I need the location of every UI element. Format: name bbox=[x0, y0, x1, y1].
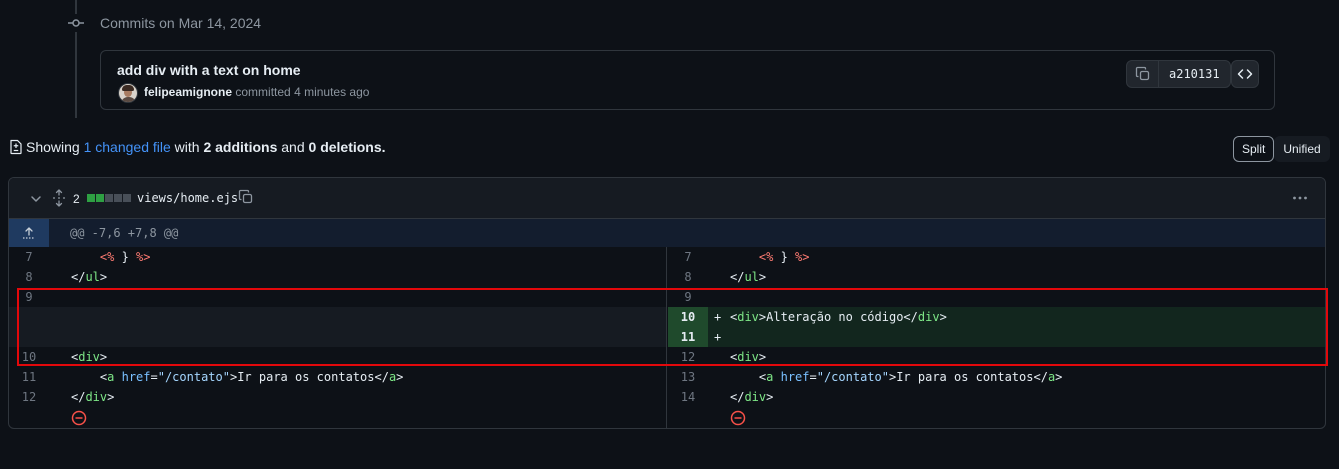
summary-prefix: Showing bbox=[26, 139, 80, 155]
commit-sha-link[interactable]: a210131 bbox=[1159, 61, 1230, 87]
file-header: 2 views/home.ejs bbox=[9, 178, 1325, 219]
code-icon bbox=[1237, 69, 1253, 79]
diffstat-neutral-block bbox=[123, 194, 131, 202]
no-newline-icon bbox=[730, 410, 746, 426]
commits-date-heading: Commits on Mar 14, 2024 bbox=[100, 15, 262, 31]
commit-card: add div with a text on home felipeamigno… bbox=[100, 50, 1275, 110]
line-code: </div> bbox=[730, 390, 774, 404]
expand-all-icon[interactable] bbox=[51, 189, 67, 207]
line-number[interactable]: 13 bbox=[668, 367, 708, 387]
diff-line: 7 <% } %> bbox=[668, 247, 1325, 267]
line-code: <div> bbox=[730, 350, 767, 364]
addition-marker: + bbox=[714, 330, 722, 344]
line-number[interactable]: 11 bbox=[9, 367, 49, 387]
line-number[interactable]: 10 bbox=[9, 347, 49, 367]
line-number[interactable]: 7 bbox=[9, 247, 49, 267]
diff-right-side: 7 <% } %> 8 </ul> 9 10 + <div>Alteração no … bbox=[668, 247, 1325, 428]
unified-view-button[interactable]: Unified bbox=[1274, 136, 1330, 162]
line-number[interactable]: 11 bbox=[668, 327, 708, 347]
additions-count: 2 additions bbox=[203, 139, 278, 155]
diff-line: 7 <% } %> bbox=[9, 247, 666, 267]
line-number[interactable]: 9 bbox=[9, 287, 49, 307]
line-number[interactable]: 12 bbox=[9, 387, 49, 407]
line-number[interactable]: 8 bbox=[668, 267, 708, 287]
diff-view-toggle: Split Unified bbox=[1233, 136, 1330, 162]
hunk-header-text: @@ -7,6 +7,8 @@ bbox=[70, 226, 179, 240]
summary-suffix: . bbox=[381, 139, 386, 155]
chevron-down-icon[interactable] bbox=[28, 191, 44, 207]
file-diff: 2 views/home.ejs @@ -7,6 +7,8 @@ 7 <% } … bbox=[8, 177, 1326, 429]
diff-line: 11 <a href="/contato">Ir para os contato… bbox=[9, 367, 666, 387]
copy-sha-button[interactable] bbox=[1127, 61, 1159, 87]
no-newline-icon bbox=[71, 410, 87, 426]
expand-up-icon bbox=[23, 227, 35, 239]
line-code: <a href="/contato">Ir para os contatos</… bbox=[730, 370, 1063, 384]
copy-icon bbox=[1135, 66, 1149, 81]
line-code: <div>Alteração no código</div> bbox=[730, 310, 947, 324]
author-avatar[interactable] bbox=[118, 83, 138, 103]
diff-line: 12 <div> bbox=[668, 347, 1325, 367]
diffstat-neutral-block bbox=[114, 194, 122, 202]
diff-left-side: 7 <% } %> 8 </ul> 9 10 <div> 11 <a href="/… bbox=[9, 247, 667, 428]
line-code: <% } %> bbox=[99, 250, 151, 264]
author-link[interactable]: felipeamignone bbox=[144, 85, 232, 99]
diff-line: 8 </ul> bbox=[668, 267, 1325, 287]
file-change-count: 2 bbox=[73, 192, 80, 206]
diffstat-add-block bbox=[87, 194, 95, 202]
commit-time: 4 minutes ago bbox=[294, 85, 370, 99]
diffstat-neutral-block bbox=[105, 194, 113, 202]
split-view-button[interactable]: Split bbox=[1233, 136, 1275, 162]
line-code: <div> bbox=[71, 350, 108, 364]
deletions-count: 0 deletions bbox=[308, 139, 382, 155]
browse-repo-button[interactable] bbox=[1231, 60, 1259, 88]
line-number[interactable]: 9 bbox=[668, 287, 708, 307]
summary-and: and bbox=[281, 139, 305, 155]
line-number[interactable]: 7 bbox=[668, 247, 708, 267]
diff-line: 9 bbox=[9, 287, 666, 307]
line-number[interactable]: 8 bbox=[9, 267, 49, 287]
diff-line: 13 <a href="/contato">Ir para os contato… bbox=[668, 367, 1325, 387]
commit-action: committed bbox=[235, 85, 291, 99]
line-code: <% } %> bbox=[758, 250, 810, 264]
diff-line: 9 bbox=[668, 287, 1325, 307]
diff-body: 7 <% } %> 8 </ul> 9 10 <div> 11 <a href="/… bbox=[9, 247, 1325, 428]
kebab-menu-icon[interactable] bbox=[1291, 189, 1309, 207]
file-name-link[interactable]: views/home.ejs bbox=[137, 191, 238, 205]
line-number[interactable]: 12 bbox=[668, 347, 708, 367]
diff-line: 14 </div> bbox=[668, 387, 1325, 407]
changed-files-link[interactable]: 1 changed file bbox=[84, 139, 171, 155]
commit-sha-group: a210131 bbox=[1126, 60, 1231, 88]
expand-up-button[interactable] bbox=[9, 219, 49, 247]
line-code: </ul> bbox=[730, 270, 767, 284]
diff-summary: Showing 1 changed file with 2 additions … bbox=[8, 139, 386, 155]
commit-timeline-icon bbox=[67, 14, 85, 32]
addition-marker: + bbox=[714, 310, 722, 324]
diff-line: 12 </div> bbox=[9, 387, 666, 407]
line-code: </div> bbox=[71, 390, 115, 404]
summary-with: with bbox=[174, 139, 200, 155]
diff-line-added: 11 + bbox=[668, 327, 1325, 347]
diff-line: 10 <div> bbox=[9, 347, 666, 367]
diffstat-add-block bbox=[96, 194, 104, 202]
copy-path-icon[interactable] bbox=[238, 189, 254, 205]
file-diff-icon bbox=[8, 139, 24, 155]
line-number[interactable]: 14 bbox=[668, 387, 708, 407]
diff-line: 8 </ul> bbox=[9, 267, 666, 287]
commit-title-link[interactable]: add div with a text on home bbox=[117, 62, 301, 78]
line-code: <a href="/contato">Ir para os contatos</… bbox=[71, 370, 404, 384]
commit-meta: felipeamignone committed 4 minutes ago bbox=[144, 85, 369, 99]
line-number[interactable]: 10 bbox=[668, 307, 708, 327]
hunk-header-row: @@ -7,6 +7,8 @@ bbox=[9, 219, 1325, 247]
diffstat-blocks bbox=[87, 194, 131, 202]
diff-line-empty bbox=[9, 307, 666, 347]
diff-line-added: 10 + <div>Alteração no código</div> bbox=[668, 307, 1325, 327]
line-code: </ul> bbox=[71, 270, 108, 284]
